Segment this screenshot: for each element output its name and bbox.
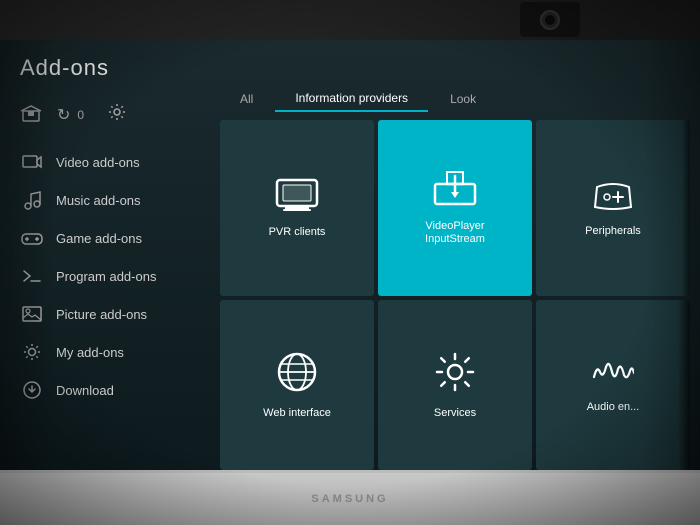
content-area: ↻ 0 [0, 86, 700, 470]
page-title: Add-ons [20, 55, 109, 80]
main-content: All Information providers Look [210, 86, 700, 470]
peripherals-icon [593, 179, 633, 217]
video-icon [20, 150, 44, 174]
monitor-bezel: SAMSUNG [0, 470, 700, 525]
audio-icon [592, 357, 634, 393]
sidebar-item-music-label: Music add-ons [56, 193, 141, 208]
videoplayer-icon [433, 170, 477, 212]
sidebar-item-my[interactable]: My add-ons [0, 333, 210, 371]
badge-count: 0 [77, 108, 84, 122]
sidebar-item-my-label: My add-ons [56, 345, 124, 360]
sidebar-item-video[interactable]: Video add-ons [0, 143, 210, 181]
music-icon [20, 188, 44, 212]
tile-services[interactable]: Services [378, 300, 532, 470]
tile-videoplayer-inputstream[interactable]: VideoPlayer InputStream [378, 120, 532, 296]
webcam-lens [540, 10, 560, 30]
tab-all[interactable]: All [220, 87, 273, 112]
sidebar: ↻ 0 [0, 86, 210, 470]
monitor-brand: SAMSUNG [311, 493, 388, 505]
tile-peripherals-label: Peripherals [585, 225, 641, 238]
sidebar-icons: ↻ 0 [0, 96, 210, 143]
sidebar-item-program-label: Program add-ons [56, 269, 156, 284]
tile-peripherals[interactable]: Peripherals [536, 120, 690, 296]
sidebar-item-picture-label: Picture add-ons [56, 307, 147, 322]
sidebar-item-picture[interactable]: Picture add-ons [0, 295, 210, 333]
tile-pvr-label: PVR clients [269, 226, 326, 239]
picture-icon [20, 302, 44, 326]
pvr-icon [275, 178, 319, 218]
tiles-grid: PVR clients VideoPlayer InputS [215, 120, 695, 470]
sidebar-item-video-label: Video add-ons [56, 155, 140, 170]
tab-information-providers[interactable]: Information providers [275, 86, 428, 112]
sidebar-item-game-label: Game add-ons [56, 231, 142, 246]
tile-web-label: Web interface [263, 407, 331, 420]
sidebar-item-download-label: Download [56, 383, 114, 398]
tile-pvr-clients[interactable]: PVR clients [220, 120, 374, 296]
refresh-icon[interactable]: ↻ [57, 105, 70, 125]
addon-manager-icon[interactable] [20, 101, 42, 128]
header: Add-ons [0, 40, 700, 86]
settings-icon[interactable] [107, 102, 127, 127]
tab-look[interactable]: Look [430, 87, 496, 112]
sidebar-item-program[interactable]: Program add-ons [0, 257, 210, 295]
webcam [520, 2, 580, 37]
screen-background: Add-ons ↻ 0 [0, 0, 700, 525]
kodi-interface: Add-ons ↻ 0 [0, 40, 700, 470]
tile-audio-label: Audio en... [587, 401, 640, 414]
download-icon [20, 378, 44, 402]
tile-videoplayer-label: VideoPlayer InputStream [425, 220, 485, 246]
tile-web-interface[interactable]: Web interface [220, 300, 374, 470]
my-addons-icon [20, 340, 44, 364]
tile-audio-encoder[interactable]: Audio en... [536, 300, 690, 470]
game-icon [20, 226, 44, 250]
tab-bar: All Information providers Look [215, 86, 695, 120]
sidebar-item-download[interactable]: Download [0, 371, 210, 409]
tile-services-label: Services [434, 407, 476, 420]
sidebar-item-game[interactable]: Game add-ons [0, 219, 210, 257]
program-icon [20, 264, 44, 288]
gear-tile-icon [434, 351, 476, 399]
sidebar-item-music[interactable]: Music add-ons [0, 181, 210, 219]
globe-icon [276, 351, 318, 399]
